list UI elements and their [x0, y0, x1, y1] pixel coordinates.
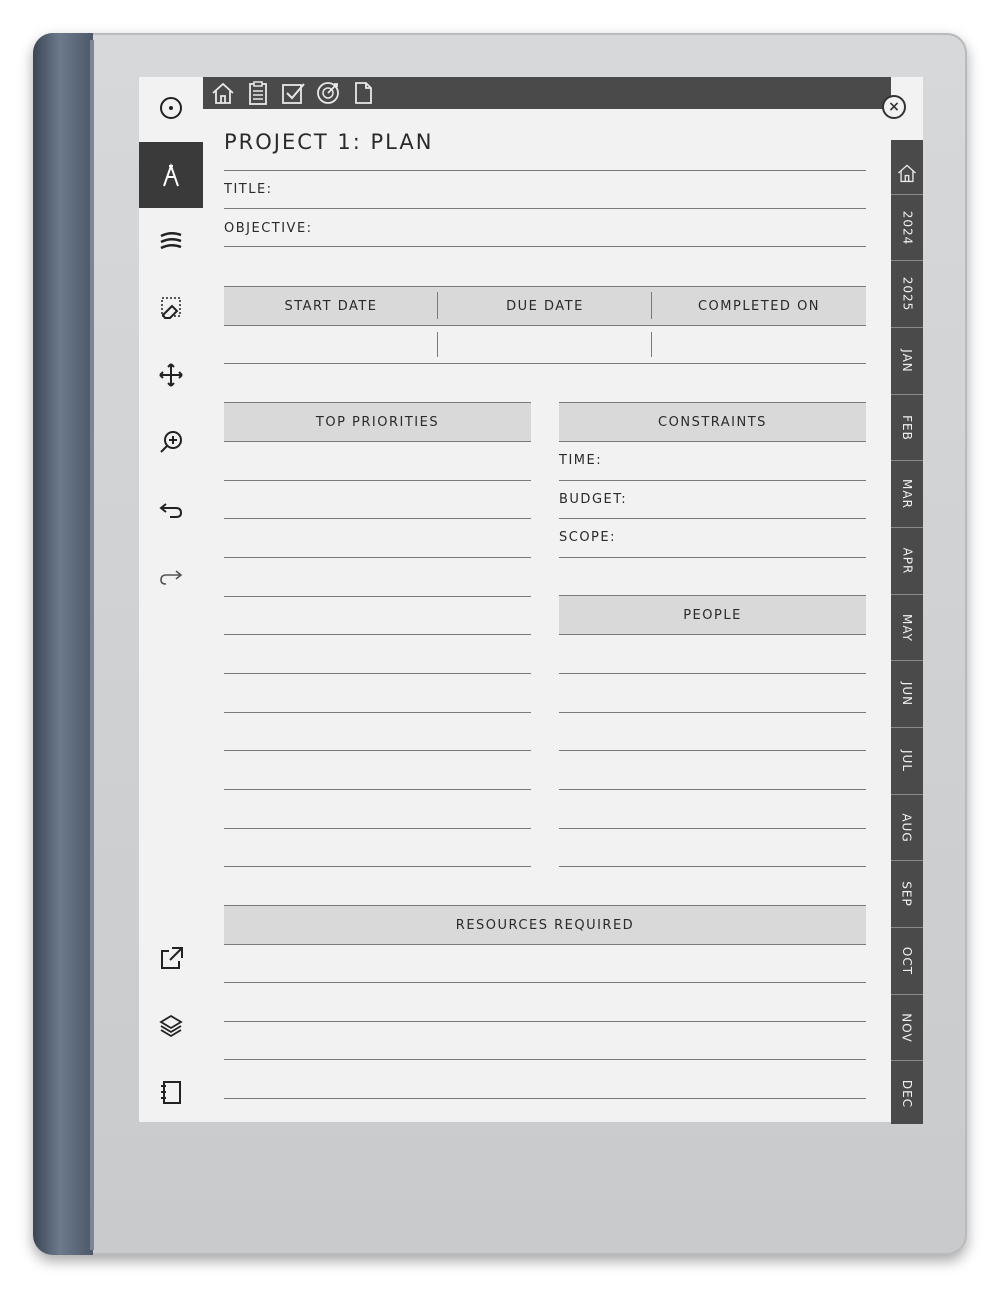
- tab-oct[interactable]: OCT: [891, 927, 923, 993]
- objective-label: OBJECTIVE:: [224, 221, 313, 236]
- scope-label: SCOPE:: [559, 530, 616, 545]
- priority-line[interactable]: [224, 480, 531, 481]
- zoom-icon: [160, 431, 182, 453]
- spine-strip: [90, 40, 94, 1250]
- dates-header: START DATE DUE DATE COMPLETED ON: [224, 286, 866, 326]
- tab-nov[interactable]: NOV: [891, 994, 923, 1060]
- date-separator: [651, 292, 652, 319]
- tab-jun[interactable]: JUN: [891, 660, 923, 726]
- tab-2025[interactable]: 2025: [891, 260, 923, 326]
- date-separator: [437, 332, 438, 357]
- priority-line[interactable]: [224, 750, 531, 751]
- brush-tool-button[interactable]: [139, 208, 203, 274]
- page-icon[interactable]: [350, 80, 376, 106]
- title-line[interactable]: [224, 208, 866, 209]
- menu-button[interactable]: [139, 75, 203, 141]
- title-label: TITLE:: [224, 182, 273, 197]
- eraser-tool-button[interactable]: [139, 275, 203, 341]
- priority-line[interactable]: [224, 673, 531, 674]
- resource-line[interactable]: [224, 1098, 866, 1099]
- tab-aug[interactable]: AUG: [891, 794, 923, 860]
- priority-line[interactable]: [224, 712, 531, 713]
- eraser-icon: [161, 297, 181, 319]
- tab-apr[interactable]: APR: [891, 527, 923, 593]
- tab-may[interactable]: MAY: [891, 594, 923, 660]
- priority-line[interactable]: [224, 866, 531, 867]
- priority-line[interactable]: [224, 634, 531, 635]
- completed-on-header: COMPLETED ON: [697, 298, 821, 314]
- home-icon: [898, 164, 916, 183]
- resource-line[interactable]: [224, 1059, 866, 1060]
- people-header: PEOPLE: [559, 595, 866, 635]
- resource-line[interactable]: [224, 982, 866, 983]
- brush-icon: [160, 232, 182, 250]
- people-line[interactable]: [559, 866, 866, 867]
- people-line[interactable]: [559, 828, 866, 829]
- start-date-header: START DATE: [284, 298, 378, 314]
- close-button[interactable]: ×: [882, 95, 906, 119]
- share-icon: [161, 947, 183, 969]
- pen-icon: [163, 162, 179, 187]
- divider: [224, 170, 866, 171]
- constraints-header: CONSTRAINTS: [559, 402, 866, 442]
- date-separator: [437, 292, 438, 319]
- undo-button[interactable]: [139, 476, 203, 542]
- tablet-spine: [33, 33, 93, 1255]
- priority-line[interactable]: [224, 518, 531, 519]
- budget-line[interactable]: [559, 518, 866, 519]
- redo-button[interactable]: [139, 543, 203, 609]
- tab-sep[interactable]: SEP: [891, 860, 923, 926]
- budget-label: BUDGET:: [559, 492, 628, 507]
- people-line[interactable]: [559, 789, 866, 790]
- priority-line[interactable]: [224, 557, 531, 558]
- priority-line[interactable]: [224, 596, 531, 597]
- scope-line[interactable]: [559, 557, 866, 558]
- tab-jan[interactable]: JAN: [891, 327, 923, 393]
- checkbox-icon[interactable]: [280, 80, 306, 106]
- notebook-icon: [161, 1081, 181, 1104]
- move-icon: [159, 363, 183, 387]
- priority-line[interactable]: [224, 828, 531, 829]
- layers-icon: [159, 1014, 183, 1038]
- tab-dec[interactable]: DEC: [891, 1060, 923, 1126]
- zoom-tool-button[interactable]: [139, 409, 203, 475]
- people-line[interactable]: [559, 712, 866, 713]
- tab-2024[interactable]: 2024: [891, 194, 923, 260]
- objective-line[interactable]: [224, 246, 866, 247]
- people-line[interactable]: [559, 750, 866, 751]
- date-separator: [651, 332, 652, 357]
- due-date-header: DUE DATE: [506, 298, 584, 314]
- time-line[interactable]: [559, 480, 866, 481]
- clipboard-icon[interactable]: [245, 80, 271, 106]
- tab-mar[interactable]: MAR: [891, 460, 923, 526]
- close-icon: ×: [888, 99, 900, 115]
- page-title: PROJECT 1: PLAN: [224, 130, 434, 154]
- share-button[interactable]: [139, 925, 203, 991]
- top-navigation-bar: [203, 77, 891, 109]
- people-line[interactable]: [559, 673, 866, 674]
- dates-line[interactable]: [224, 363, 866, 364]
- redo-icon: [160, 570, 183, 585]
- layers-button[interactable]: [139, 992, 203, 1058]
- time-label: TIME:: [559, 453, 603, 468]
- tab-jul[interactable]: JUL: [891, 727, 923, 793]
- undo-icon: [159, 503, 183, 518]
- resources-header: RESOURCES REQUIRED: [224, 905, 866, 945]
- target-icon[interactable]: [315, 80, 341, 106]
- home-icon[interactable]: [210, 80, 236, 106]
- priority-line[interactable]: [224, 789, 531, 790]
- top-priorities-header: TOP PRIORITIES: [224, 402, 531, 442]
- pen-tool-button[interactable]: [139, 142, 203, 208]
- move-tool-button[interactable]: [139, 342, 203, 408]
- menu-circle-icon: [160, 97, 182, 119]
- notebook-button[interactable]: [139, 1059, 203, 1125]
- resource-line[interactable]: [224, 1021, 866, 1022]
- tab-feb[interactable]: FEB: [891, 394, 923, 460]
